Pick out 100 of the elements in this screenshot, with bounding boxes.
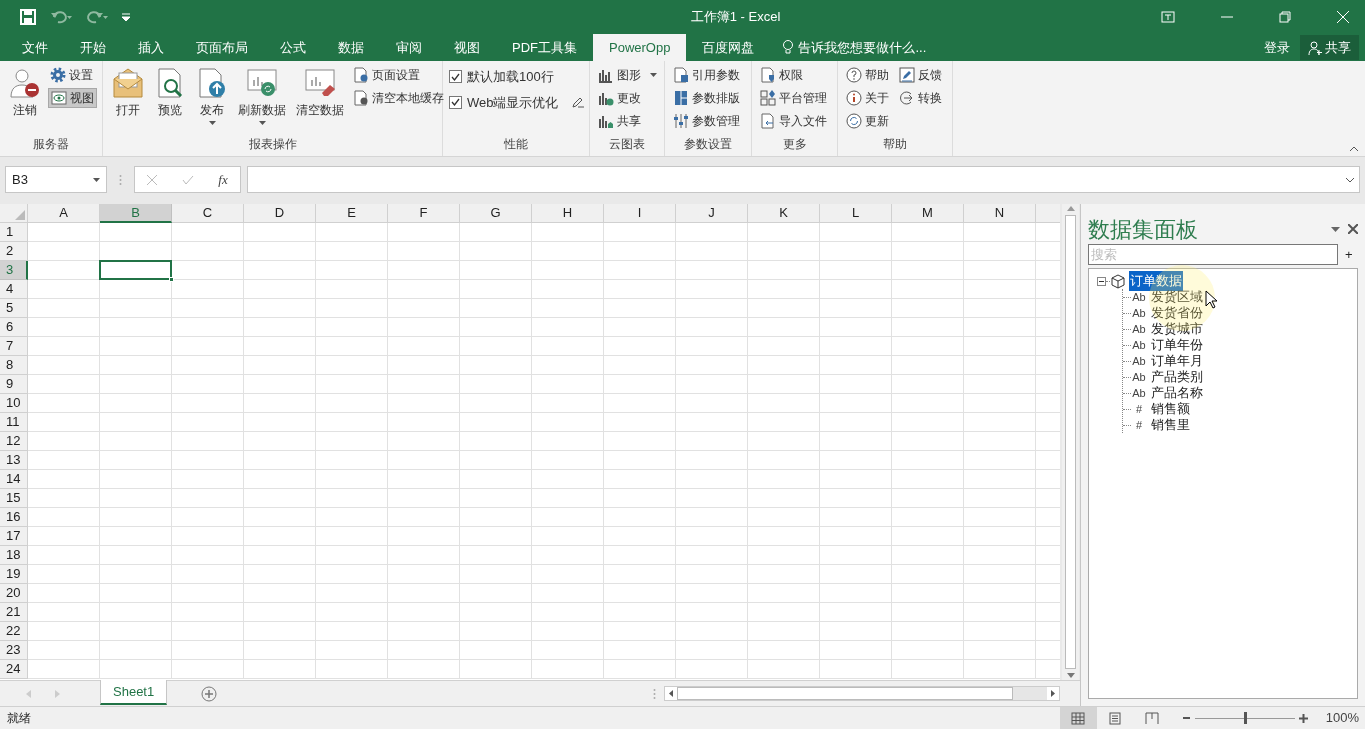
horizontal-scrollbar[interactable]: [664, 686, 1060, 701]
row-header[interactable]: 21: [0, 603, 28, 622]
row-header[interactable]: 19: [0, 565, 28, 584]
row-header[interactable]: 7: [0, 337, 28, 356]
scroll-thumb[interactable]: [1065, 215, 1076, 669]
ribbon-button[interactable]: 更新: [844, 111, 891, 131]
zoom-slider[interactable]: [1194, 712, 1295, 724]
ribbon-button[interactable]: 反馈: [897, 65, 944, 85]
row-header[interactable]: 20: [0, 584, 28, 603]
row-header[interactable]: 23: [0, 641, 28, 660]
tell-me-field[interactable]: 告诉我您想要做什么...: [798, 37, 927, 58]
ribbon-button[interactable]: 更改: [596, 88, 659, 108]
ribbon-button[interactable]: 权限: [758, 65, 829, 85]
column-header[interactable]: L: [820, 204, 892, 223]
caret-icon: [93, 177, 100, 182]
column-header[interactable]: [1036, 204, 1060, 223]
share-button[interactable]: 共享: [1300, 35, 1359, 60]
row-header[interactable]: 10: [0, 394, 28, 413]
row-header[interactable]: 6: [0, 318, 28, 337]
ribbon-button[interactable]: 设置: [48, 65, 97, 85]
row-header[interactable]: 11: [0, 413, 28, 432]
ribbon-button[interactable]: 图形: [596, 65, 659, 85]
column-header[interactable]: M: [892, 204, 964, 223]
row-header[interactable]: 14: [0, 470, 28, 489]
insert-function-button[interactable]: fx: [218, 169, 228, 190]
checkbox[interactable]: [449, 70, 462, 84]
row-header[interactable]: 5: [0, 299, 28, 318]
row-header[interactable]: 2: [0, 242, 28, 261]
column-header[interactable]: B: [100, 204, 172, 223]
cell-grid[interactable]: [28, 223, 1060, 679]
row-header[interactable]: 8: [0, 356, 28, 375]
ribbon-tab[interactable]: 插入: [122, 34, 180, 61]
fill-handle[interactable]: [169, 277, 174, 282]
tree-node[interactable]: 订单数据: [1129, 271, 1183, 291]
row-header[interactable]: 12: [0, 432, 28, 451]
ribbon-button[interactable]: 关于: [844, 88, 891, 108]
ribbon-button[interactable]: 清空数据: [293, 65, 347, 119]
ribbon-button[interactable]: 打开: [109, 65, 147, 119]
column-header[interactable]: D: [244, 204, 316, 223]
ribbon-button[interactable]: 帮助: [844, 65, 891, 85]
active-cell[interactable]: [99, 260, 172, 280]
ribbon-tab[interactable]: PDF工具集: [496, 34, 593, 61]
column-header[interactable]: E: [316, 204, 388, 223]
login-link[interactable]: 登录: [1264, 34, 1290, 61]
ribbon-button[interactable]: 平台管理: [758, 88, 829, 108]
zoom-thumb[interactable]: [1243, 712, 1247, 724]
ribbon-button[interactable]: 参数管理: [671, 111, 742, 131]
column-header[interactable]: C: [172, 204, 244, 223]
search-field[interactable]: 搜索: [1088, 244, 1338, 265]
vertical-scrollbar[interactable]: [1062, 204, 1079, 680]
ribbon-tab[interactable]: 数据: [322, 34, 380, 61]
ribbon-button[interactable]: 预览: [151, 65, 189, 119]
row-header[interactable]: 13: [0, 451, 28, 470]
scroll-thumb[interactable]: [677, 687, 1013, 700]
column-header[interactable]: J: [676, 204, 748, 223]
view-button[interactable]: [1059, 707, 1097, 729]
ribbon-tab[interactable]: 文件: [6, 34, 64, 61]
ribbon-button[interactable]: 清空本地缓存: [351, 88, 446, 108]
scroll-left-icon: [665, 687, 677, 700]
row-header[interactable]: 1: [0, 223, 28, 242]
row-header[interactable]: 9: [0, 375, 28, 394]
row-header[interactable]: 18: [0, 546, 28, 565]
ribbon-tab[interactable]: 审阅: [380, 34, 438, 61]
column-header[interactable]: N: [964, 204, 1036, 223]
add-button[interactable]: +: [1343, 244, 1355, 265]
select-all-corner[interactable]: [0, 204, 28, 223]
ribbon-button[interactable]: 发布: [193, 65, 231, 125]
ribbon-button[interactable]: 刷新数据: [235, 65, 289, 125]
ribbon-tab[interactable]: PowerOpp: [593, 34, 687, 61]
ribbon-button[interactable]: 注销: [6, 65, 44, 119]
ribbon-tab[interactable]: 百度网盘: [686, 34, 771, 61]
column-header[interactable]: K: [748, 204, 820, 223]
row-header[interactable]: 16: [0, 508, 28, 527]
column-header[interactable]: F: [388, 204, 460, 223]
checkbox[interactable]: [449, 95, 462, 109]
column-header[interactable]: A: [28, 204, 100, 223]
ribbon-button[interactable]: 转换: [897, 88, 944, 108]
ribbon-button[interactable]: 参数排版: [671, 88, 742, 108]
zoom-level[interactable]: 100%: [1325, 708, 1359, 728]
column-header[interactable]: G: [460, 204, 532, 223]
ribbon-tab[interactable]: 页面布局: [180, 34, 264, 61]
row-header[interactable]: 4: [0, 280, 28, 299]
ribbon-button[interactable]: 引用参数: [671, 65, 742, 85]
row-header[interactable]: 15: [0, 489, 28, 508]
row-header[interactable]: 24: [0, 660, 28, 679]
ribbon-button[interactable]: 共享: [596, 111, 659, 131]
ribbon-button[interactable]: 导入文件: [758, 111, 829, 131]
ribbon-button[interactable]: 视图: [48, 88, 97, 108]
sheet-tab[interactable]: Sheet1: [100, 680, 168, 705]
row-header[interactable]: 22: [0, 622, 28, 641]
column-header[interactable]: H: [532, 204, 604, 223]
ribbon-tab[interactable]: 开始: [64, 34, 122, 61]
ribbon-tab[interactable]: 公式: [264, 34, 322, 61]
row-header[interactable]: 17: [0, 527, 28, 546]
ribbon-button[interactable]: 页面设置: [351, 65, 446, 85]
column-header[interactable]: I: [604, 204, 676, 223]
name-box[interactable]: B3: [5, 166, 107, 193]
row-header[interactable]: 3: [0, 261, 28, 280]
ribbon-tab[interactable]: 视图: [438, 34, 496, 61]
formula-input[interactable]: [247, 166, 1360, 193]
